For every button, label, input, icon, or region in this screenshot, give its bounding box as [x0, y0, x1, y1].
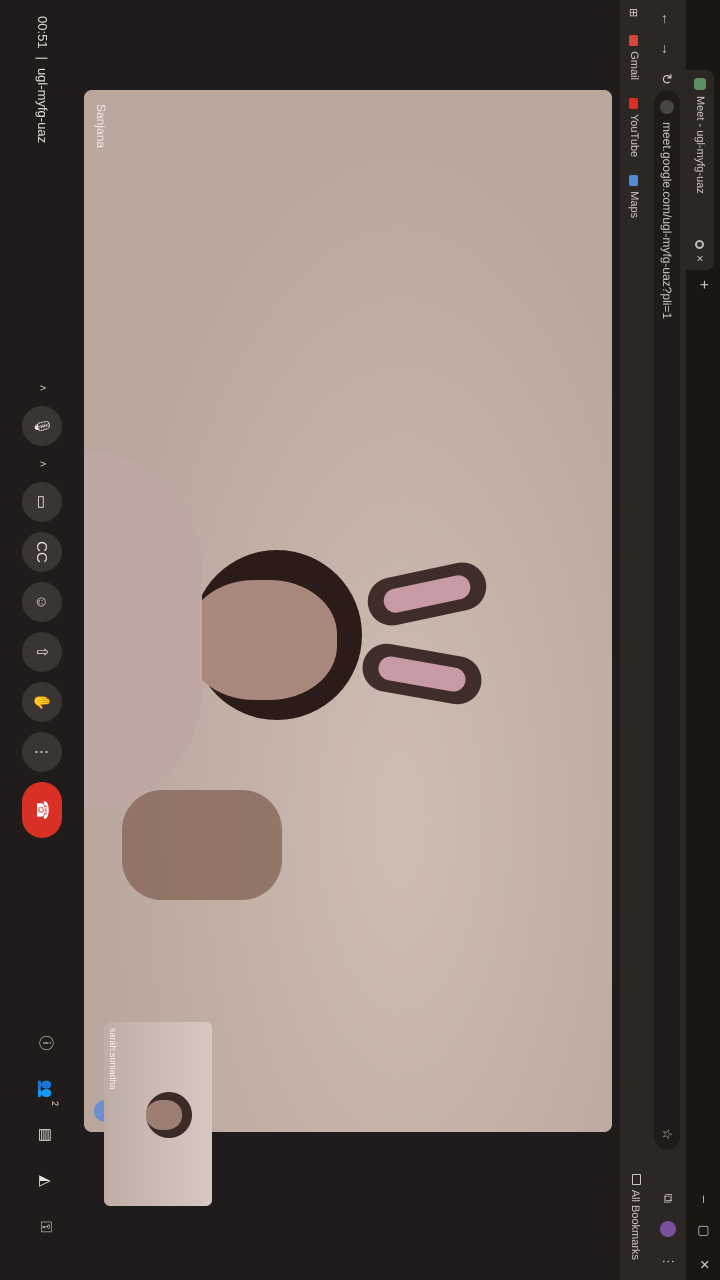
- meeting-details-button[interactable]: ⓘ: [32, 1030, 58, 1056]
- bookmark-gmail[interactable]: Gmail: [628, 35, 640, 80]
- toolbar-right: ⧉ ⋮: [660, 1194, 676, 1268]
- captions-icon: CC: [33, 541, 51, 563]
- info-icon: ⓘ: [37, 1035, 54, 1051]
- main-video-tile[interactable]: Sanjana ⋯: [84, 90, 612, 1132]
- camera-icon: ▭: [33, 494, 50, 510]
- meeting-code: ugl-myfg-uaz: [35, 67, 50, 144]
- emoji-reactions-button[interactable]: ☺: [22, 582, 62, 622]
- bookmark-label: Gmail: [628, 51, 640, 80]
- new-tab-button[interactable]: +: [694, 280, 712, 289]
- captions-button[interactable]: CC: [22, 532, 62, 572]
- folder-icon: [632, 1173, 641, 1185]
- host-controls-icon: ⚿: [37, 1221, 54, 1233]
- back-arrow-icon[interactable]: ←: [659, 8, 675, 30]
- self-view-tile[interactable]: sarah.soniadha: [104, 1022, 212, 1206]
- extensions-icon[interactable]: ⧉: [660, 1194, 676, 1203]
- bookmark-maps[interactable]: Maps: [628, 175, 640, 218]
- navigation-bar: ← → ↻ meet.google.com/ugl-myfg-uaz?pli=1…: [648, 0, 686, 1280]
- bookmark-youtube[interactable]: YouTube: [628, 97, 640, 158]
- self-participant-name: sarah.soniadha: [108, 1028, 118, 1090]
- meet-favicon-icon: [694, 78, 706, 90]
- activities-icon: ◭: [37, 1175, 54, 1187]
- mic-options-caret-icon[interactable]: ˄: [36, 380, 48, 396]
- meeting-info: 00:51 | ugl-myfg-uaz: [35, 16, 50, 143]
- meet-control-bar: 00:51 | ugl-myfg-uaz ˄ 🎙 ˄ ▭ CC ☺ ⇧ ✋ ⋮ …: [0, 0, 72, 1280]
- emoji-icon: ☺: [33, 594, 51, 610]
- host-controls-button[interactable]: ⚿: [32, 1214, 58, 1240]
- bookmark-label: Maps: [628, 191, 640, 219]
- site-info-icon[interactable]: [660, 100, 674, 114]
- maps-icon: [629, 175, 639, 187]
- all-bookmarks-button[interactable]: All Bookmarks: [629, 1173, 641, 1260]
- meet-stage: Sanjana ⋯ sarah.soniadha 00:51 | ugl-myf…: [0, 0, 620, 1280]
- side-panel-controls: ⓘ 👥 2 ▤ ◭ ⚿: [32, 1030, 60, 1240]
- people-button[interactable]: 👥 2: [32, 1076, 60, 1106]
- present-icon: ⇧: [33, 645, 50, 659]
- phone-hangup-icon: ☎: [33, 800, 50, 820]
- main-participant-name: Sanjana: [94, 104, 108, 149]
- address-bar[interactable]: meet.google.com/ugl-myfg-uaz?pli=1 ☆: [654, 90, 680, 1150]
- present-screen-button[interactable]: ⇧: [22, 632, 62, 672]
- more-options-button[interactable]: ⋮: [22, 732, 62, 772]
- meeting-separator: |: [35, 56, 50, 60]
- hand-icon: ✋: [33, 692, 50, 712]
- profile-avatar[interactable]: [660, 1221, 676, 1237]
- all-bookmarks-label: All Bookmarks: [629, 1189, 641, 1260]
- microphone-icon: 🎙: [33, 416, 50, 436]
- youtube-icon: [629, 97, 639, 109]
- forward-arrow-icon[interactable]: →: [659, 38, 675, 60]
- participant-face: [187, 580, 337, 700]
- menu-kebab-icon[interactable]: ⋮: [660, 1255, 676, 1268]
- recording-indicator-icon: [695, 239, 705, 249]
- camera-options-caret-icon[interactable]: ˄: [36, 456, 48, 472]
- microphone-button[interactable]: 🎙: [22, 406, 62, 446]
- tab-meet[interactable]: Meet - ugl-myfg-uaz ×: [686, 70, 714, 270]
- participant-count-badge: 2: [50, 1100, 60, 1106]
- call-controls: ˄ 🎙 ˄ ▭ CC ☺ ⇧ ✋ ⋮ ☎: [22, 380, 62, 838]
- reload-icon[interactable]: ↻: [659, 68, 676, 90]
- gmail-icon: [629, 35, 639, 47]
- bookmark-label: YouTube: [628, 113, 640, 158]
- window-controls: – ▢ ✕: [696, 1196, 712, 1270]
- meeting-time: 00:51: [35, 16, 50, 49]
- maximize-button[interactable]: ▢: [696, 1225, 712, 1237]
- laptop-screen: Meet - ugl-myfg-uaz × + – ▢ ✕ ← → ↻ meet…: [0, 0, 720, 1280]
- participant-video: [84, 450, 491, 810]
- camera-button[interactable]: ▭: [22, 482, 62, 522]
- bookmarks-bar: ⊞ Gmail YouTube Maps All Bookmarks: [620, 0, 648, 1280]
- more-vert-icon: ⋮: [33, 744, 50, 760]
- apps-grid-icon[interactable]: ⊞: [628, 8, 641, 17]
- tab-title: Meet - ugl-myfg-uaz: [694, 96, 706, 194]
- close-window-button[interactable]: ✕: [696, 1259, 712, 1270]
- raise-hand-button[interactable]: ✋: [22, 682, 62, 722]
- people-icon: 👥: [37, 1079, 54, 1099]
- minimize-button[interactable]: –: [696, 1196, 712, 1203]
- chat-icon: ▤: [37, 1127, 54, 1143]
- participant-hand: [122, 790, 282, 900]
- url-text[interactable]: meet.google.com/ugl-myfg-uaz?pli=1: [660, 122, 674, 1120]
- bookmark-star-icon[interactable]: ☆: [659, 1128, 675, 1140]
- chat-button[interactable]: ▤: [32, 1122, 58, 1148]
- tab-strip: Meet - ugl-myfg-uaz × + – ▢ ✕: [686, 0, 720, 1280]
- activities-button[interactable]: ◭: [32, 1168, 58, 1194]
- tab-close-icon[interactable]: ×: [693, 255, 707, 262]
- leave-call-button[interactable]: ☎: [22, 782, 62, 838]
- self-view-face: [146, 1100, 182, 1130]
